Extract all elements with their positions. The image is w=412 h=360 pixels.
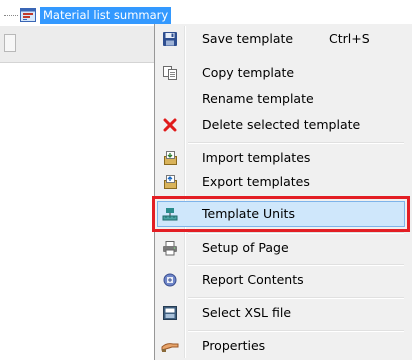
context-menu: Save template Ctrl+S Copy template Renam… [152,24,412,360]
menu-separator [188,264,404,266]
menu-label-delete-template: Delete selected template [202,117,361,132]
import-icon [161,149,179,167]
menu-item-delete-template[interactable]: Delete selected template [157,112,405,138]
save-floppy-icon [161,30,179,48]
delete-x-icon [161,116,179,134]
menu-separator [188,330,404,332]
menu-label-save-template: Save template [202,31,294,46]
menu-item-setup-of-page[interactable]: Setup of Page [157,235,405,261]
tree-strip-box [4,34,16,52]
units-scale-icon [161,205,179,223]
tree-node-material-list-summary[interactable]: Material list summary [40,7,172,24]
report-contents-icon [161,271,179,289]
tree-strip [0,26,154,63]
printer-icon [161,239,179,257]
menu-label-rename-template: Rename template [202,91,314,106]
menu-label-select-xsl-file: Select XSL file [202,305,292,320]
menu-separator [188,232,404,234]
properties-hand-icon [161,337,179,355]
menu-item-report-contents[interactable]: Report Contents [157,267,405,293]
menu-shortcut-save: Ctrl+S [329,31,370,46]
menu-separator [188,197,404,199]
copy-icon [161,64,179,82]
menu-label-setup-of-page: Setup of Page [202,240,289,255]
menu-separator [188,297,404,299]
menu-item-rename-template[interactable]: Rename template [157,86,405,112]
menu-item-export-templates[interactable]: Export templates [157,169,405,195]
menu-label-properties: Properties [202,338,266,353]
menu-item-properties[interactable]: Properties [157,333,405,359]
tree-connector-line [4,15,18,16]
menu-label-template-units: Template Units [202,206,295,221]
menu-label-import-templates: Import templates [202,150,311,165]
export-icon [161,173,179,191]
menu-item-save-template[interactable]: Save template Ctrl+S [157,26,405,52]
report-template-icon [20,7,36,23]
menu-item-select-xsl-file[interactable]: Select XSL file [157,300,405,326]
menu-label-export-templates: Export templates [202,174,310,189]
menu-label-copy-template: Copy template [202,65,295,80]
menu-label-report-contents: Report Contents [202,272,304,287]
xsl-file-icon [161,304,179,322]
menu-item-import-templates[interactable]: Import templates [157,145,405,171]
menu-item-template-units[interactable]: Template Units [152,196,410,232]
menu-separator [188,142,404,144]
menu-item-copy-template[interactable]: Copy template [157,60,405,86]
